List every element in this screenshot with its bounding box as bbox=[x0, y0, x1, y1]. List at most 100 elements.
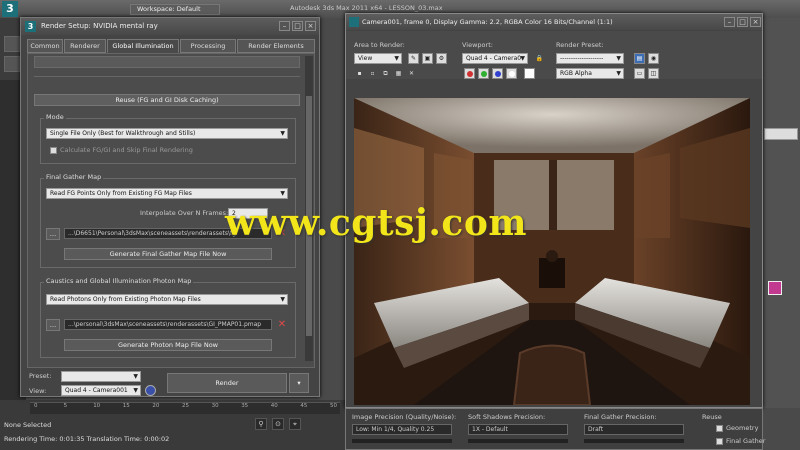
interpolate-label: Interpolate Over N Frames: bbox=[140, 209, 229, 217]
reuse-fg-checkbox[interactable] bbox=[716, 438, 723, 445]
display-overlay-icon[interactable]: ◫ bbox=[648, 68, 659, 79]
view-select[interactable]: Quad 4 - Camera001 ▼ bbox=[61, 385, 141, 396]
alpha-channel-toggle[interactable] bbox=[506, 68, 517, 79]
link-icon[interactable] bbox=[4, 56, 20, 72]
final-gather-map-label: Final Gather Map bbox=[44, 173, 104, 181]
chevron-down-icon: ▼ bbox=[280, 130, 285, 137]
clone-frame-icon[interactable]: ⧉ bbox=[380, 68, 391, 79]
auto-region-icon[interactable]: ▣ bbox=[422, 53, 433, 64]
rendered-interior-image bbox=[354, 98, 750, 405]
minimize-icon[interactable]: – bbox=[279, 21, 290, 31]
chevron-down-icon: ▼ bbox=[616, 70, 621, 77]
close-icon[interactable]: × bbox=[750, 17, 761, 27]
lock-viewport-icon[interactable]: 🔒 bbox=[534, 53, 545, 64]
image-precision-slider[interactable] bbox=[352, 439, 452, 443]
fg-precision-value[interactable]: Draft bbox=[584, 424, 684, 435]
area-to-render-select[interactable]: View ▼ bbox=[354, 53, 402, 64]
render-setup-tabs: Common Renderer Global Illumination Proc… bbox=[27, 39, 315, 53]
frame-buffer-app-icon bbox=[349, 17, 359, 27]
chevron-down-icon: ▼ bbox=[133, 387, 138, 394]
fg-map-mode-value: Read FG Points Only from Existing FG Map… bbox=[50, 190, 192, 197]
render-time-status: Rendering Time: 0:01:35 Translation Time… bbox=[4, 435, 170, 443]
render-setup-title: Render Setup: NVIDIA mental ray bbox=[21, 18, 319, 35]
timeline-tick: 25 bbox=[182, 403, 189, 409]
render-preset-select[interactable]: -------------------- ▼ bbox=[556, 53, 624, 64]
save-image-icon[interactable]: ▪ bbox=[354, 68, 365, 79]
skip-final-render-checkbox[interactable] bbox=[50, 147, 57, 154]
timeline-tick: 10 bbox=[93, 403, 101, 409]
soft-shadows-value[interactable]: 1X - Default bbox=[468, 424, 568, 435]
timeline[interactable]: 0 5 10 15 20 25 30 35 40 45 50 bbox=[30, 402, 340, 414]
print-image-icon[interactable]: ▦ bbox=[393, 68, 404, 79]
fg-precision-slider[interactable] bbox=[584, 439, 684, 443]
soft-shadows-label: Soft Shadows Precision: bbox=[468, 413, 546, 421]
timeline-tick: 50 bbox=[330, 403, 337, 409]
preset-select[interactable]: ▼ bbox=[61, 371, 141, 382]
red-channel-toggle[interactable] bbox=[464, 68, 475, 79]
render-setup-app-icon: 3 bbox=[25, 21, 36, 32]
rollout-collapsed[interactable] bbox=[34, 56, 300, 68]
generate-fg-map-button[interactable]: Generate Final Gather Map File Now bbox=[64, 248, 272, 260]
view-value: Quad 4 - Camera001 bbox=[65, 387, 128, 394]
tab-render-elements[interactable]: Render Elements bbox=[237, 39, 315, 53]
blue-channel-toggle[interactable] bbox=[492, 68, 503, 79]
tab-common[interactable]: Common bbox=[27, 39, 63, 53]
key-mode-icon[interactable]: ⊙ bbox=[272, 418, 284, 430]
fg-map-browse-button[interactable]: … bbox=[46, 228, 60, 240]
copy-image-icon[interactable]: ▫ bbox=[367, 68, 378, 79]
object-color-swatch[interactable] bbox=[768, 281, 782, 295]
image-precision-label: Image Precision (Quality/Noise): bbox=[352, 413, 457, 421]
green-channel-toggle[interactable] bbox=[478, 68, 489, 79]
tab-processing[interactable]: Processing bbox=[180, 39, 236, 53]
photon-map-clear-icon[interactable]: ✕ bbox=[276, 319, 288, 331]
mono-toggle[interactable] bbox=[524, 68, 535, 79]
lock-icon[interactable]: ⚲ bbox=[255, 418, 267, 430]
workspace-dropdown[interactable]: Workspace: Default bbox=[130, 4, 220, 15]
photon-map-path[interactable]: ...\personal\3dsMax\sceneassets\renderas… bbox=[64, 319, 272, 330]
photon-map-mode-select[interactable]: Read Photons Only from Existing Photon M… bbox=[46, 294, 288, 305]
frame-buffer-toolbar: Area to Render: View ▼ ✎ ▣ ⚙ Viewport: Q… bbox=[346, 31, 762, 79]
area-to-render-label: Area to Render: bbox=[354, 41, 405, 49]
chevron-down-icon: ▼ bbox=[133, 373, 138, 380]
view-label: View: bbox=[29, 387, 47, 395]
render-button[interactable]: Render bbox=[167, 373, 287, 393]
photon-map-browse-button[interactable]: … bbox=[46, 319, 60, 331]
render-options-button[interactable]: ▾ bbox=[289, 373, 309, 393]
frame-buffer-title: Camera001, frame 0, Display Gamma: 2.2, … bbox=[346, 14, 762, 30]
maximize-icon[interactable]: □ bbox=[292, 21, 303, 31]
render-setup-icon[interactable]: ▤ bbox=[634, 53, 645, 64]
render-quality-panel: Image Precision (Quality/Noise): Low: Mi… bbox=[345, 408, 765, 450]
tab-renderer[interactable]: Renderer bbox=[64, 39, 106, 53]
set-key-icon[interactable]: ⌖ bbox=[289, 418, 301, 430]
reuse-geometry-checkbox[interactable] bbox=[716, 425, 723, 432]
lock-region-icon[interactable]: ⚙ bbox=[436, 53, 447, 64]
tab-global-illumination[interactable]: Global Illumination bbox=[107, 39, 179, 53]
toggle-ui-icon[interactable]: ▭ bbox=[634, 68, 645, 79]
timeline-tick: 40 bbox=[270, 403, 278, 409]
channel-select[interactable]: RGB Alpha ▼ bbox=[556, 68, 624, 79]
maximize-icon[interactable]: □ bbox=[737, 17, 748, 27]
minimize-icon[interactable]: – bbox=[724, 17, 735, 27]
command-panel-dropdown[interactable] bbox=[764, 128, 798, 140]
rendered-image[interactable] bbox=[354, 98, 750, 405]
lock-view-icon[interactable] bbox=[145, 385, 156, 396]
viewport-select[interactable]: Quad 4 - Camera0 ▼ bbox=[462, 53, 528, 64]
fg-map-mode-select[interactable]: Read FG Points Only from Existing FG Map… bbox=[46, 188, 288, 199]
close-icon[interactable]: × bbox=[305, 21, 316, 31]
environment-icon[interactable]: ◉ bbox=[648, 53, 659, 64]
reuse-geometry-label: Geometry bbox=[726, 424, 759, 432]
viewport-value: Quad 4 - Camera0 bbox=[466, 55, 522, 62]
skip-final-render-label: Calculate FG/GI and Skip Final Rendering bbox=[60, 146, 193, 154]
edit-region-icon[interactable]: ✎ bbox=[408, 53, 419, 64]
image-precision-value[interactable]: Low: Min 1/4, Quality 0.25 bbox=[352, 424, 452, 435]
chevron-down-icon: ▼ bbox=[280, 190, 285, 197]
generate-photon-map-button[interactable]: Generate Photon Map File Now bbox=[64, 339, 272, 351]
app-logo[interactable]: 3 bbox=[2, 1, 18, 17]
reuse-rollout-header[interactable]: Reuse (FG and GI Disk Caching) bbox=[34, 94, 300, 106]
soft-shadows-slider[interactable] bbox=[468, 439, 568, 443]
clear-frame-icon[interactable]: ✕ bbox=[406, 68, 417, 79]
mode-select[interactable]: Single File Only (Best for Walkthrough a… bbox=[46, 128, 288, 139]
undo-icon[interactable] bbox=[4, 36, 20, 52]
app-window: 3 Workspace: Default Autodesk 3ds Max 20… bbox=[0, 0, 800, 450]
timeline-tick: 45 bbox=[300, 403, 308, 409]
